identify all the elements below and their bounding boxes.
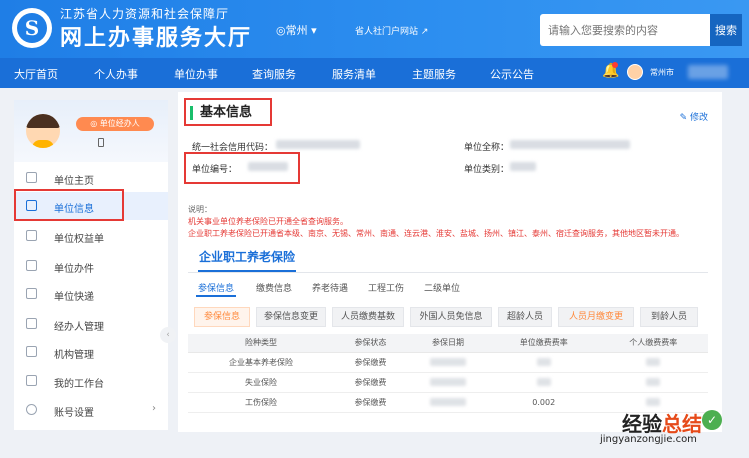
unit-name-label: 单位全称： — [464, 143, 510, 153]
notification-dot — [612, 62, 618, 68]
sidebar-item-orgs[interactable]: 机构管理 — [14, 338, 168, 366]
unit-name-value-redacted — [510, 140, 630, 149]
main-content: 基本信息 ✎ 修改 统一社会信用代码： 单位全称： 单位编号： 单位类别： 说明… — [178, 92, 722, 432]
user-avatar[interactable] — [627, 64, 643, 80]
badge-icon — [26, 230, 37, 241]
col-status: 参保状态 — [333, 334, 407, 353]
building-icon — [26, 346, 37, 357]
sidebar-item-operators[interactable]: 经办人管理 — [14, 310, 168, 338]
nav-personal[interactable]: 个人办事 — [94, 66, 138, 82]
sidebar-item-workbench[interactable]: 我的工作台 — [14, 367, 168, 395]
sidebar: ◎ 单位经办人 单位主页 单位信息 单位权益单 单位办件 单位快递 经办人管理 — [14, 100, 168, 430]
top-header: S 江苏省人力资源和社会保障厅 网上办事服务大厅 ◎常州 ▾ 省人社门户网站 ↗… — [0, 0, 749, 58]
highlight-basic-info — [184, 98, 272, 126]
subtab-injury[interactable]: 工程工伤 — [368, 281, 404, 294]
notes-line-2: 企业职工养老保险已开通省本级、南京、无锡、常州、南通、连云港、淮安、盐城、扬州、… — [188, 229, 684, 238]
chevron-right-icon: › — [152, 403, 156, 414]
highlight-unit-info-menu — [14, 189, 124, 221]
home-icon — [26, 172, 37, 183]
user-name-redacted — [688, 65, 728, 79]
nav-unit[interactable]: 单位办事 — [174, 66, 218, 82]
watermark-text: 经验总结 — [622, 412, 702, 436]
col-personal-rate: 个人缴费费率 — [598, 334, 708, 353]
col-unit-rate: 单位缴费费率 — [489, 334, 599, 353]
check-icon: ✓ — [702, 410, 722, 430]
table-header-row: 险种类型 参保状态 参保日期 单位缴费费率 个人缴费费率 — [188, 334, 708, 353]
portal-link[interactable]: 省人社门户网站 ↗ — [355, 24, 428, 37]
unit-type-value-redacted — [510, 162, 536, 171]
role-badge: ◎ 单位经办人 — [76, 117, 154, 131]
pill-enroll-change[interactable]: 参保信息变更 — [256, 307, 326, 327]
sidebar-item-rights[interactable]: 单位权益单 — [14, 222, 168, 250]
parcel-icon — [26, 288, 37, 299]
nav-home[interactable]: 大厅首页 — [14, 66, 58, 82]
col-type: 险种类型 — [188, 334, 334, 353]
user-icon — [26, 318, 37, 329]
col-date: 参保日期 — [406, 334, 490, 353]
sidebar-collapse-button[interactable]: ‹ — [160, 327, 176, 343]
main-nav: 大厅首页 个人办事 单位办事 查询服务 服务清单 主题服务 公示公告 🔔 常州市 — [0, 58, 749, 88]
sidebar-item-account[interactable]: 账号设置 › — [14, 396, 168, 424]
pill-over-age[interactable]: 超龄人员 — [498, 307, 552, 327]
nav-service-list[interactable]: 服务清单 — [332, 66, 376, 82]
nav-notice[interactable]: 公示公告 — [490, 66, 534, 82]
avatar — [26, 114, 60, 148]
table-row: 失业保险 参保缴费 — [188, 372, 708, 393]
file-icon — [26, 260, 37, 271]
pill-monthly-change[interactable]: 人员月缴变更 — [558, 307, 634, 327]
watermark-url: jingyanzongjie.com — [600, 434, 697, 445]
pill-reached-age[interactable]: 到龄人员 — [640, 307, 698, 327]
nav-query[interactable]: 查询服务 — [252, 66, 296, 82]
pill-payment-base[interactable]: 人员缴费基数 — [332, 307, 404, 327]
search-button[interactable]: 搜索 — [710, 14, 742, 46]
pill-foreigner-exempt[interactable]: 外国人员免信息 — [410, 307, 492, 327]
gear-icon — [26, 404, 37, 415]
table-row: 企业基本养老保险 参保缴费 — [188, 352, 708, 373]
subtab-enroll-info[interactable]: 参保信息 — [198, 281, 234, 294]
tab-pension-insurance[interactable]: 企业职工养老保险 — [198, 244, 296, 270]
sidebar-item-home[interactable]: 单位主页 — [14, 164, 168, 192]
unit-rate-value: 0.002 — [489, 392, 599, 413]
subtab-payment-info[interactable]: 缴费信息 — [256, 281, 292, 294]
city-selector[interactable]: ◎常州 ▾ — [276, 22, 317, 38]
highlight-unit-number — [184, 152, 300, 184]
page: S 江苏省人力资源和社会保障厅 网上办事服务大厅 ◎常州 ▾ 省人社门户网站 ↗… — [0, 0, 749, 458]
user-city[interactable]: 常州市 — [650, 67, 674, 78]
insurance-table: 险种类型 参保状态 参保日期 单位缴费费率 个人缴费费率 企业基本养老保险 参保… — [188, 334, 708, 413]
sidebar-item-express[interactable]: 单位快递 — [14, 280, 168, 308]
search-input[interactable] — [540, 14, 712, 46]
subtab-pension-benefits[interactable]: 养老待遇 — [312, 281, 348, 294]
site-logo[interactable]: S — [12, 8, 52, 48]
notes-title: 说明： — [188, 205, 212, 214]
subtab-sub-units[interactable]: 二级单位 — [424, 281, 460, 294]
edit-link[interactable]: ✎ 修改 — [680, 110, 708, 123]
credit-code-value-redacted — [276, 140, 360, 149]
notes-line-1: 机关事业单位养老保险已开通全省查询服务。 — [188, 217, 348, 226]
phone-icon — [98, 138, 104, 147]
logo-icon: S — [17, 13, 47, 43]
unit-type-label: 单位类别： — [464, 165, 510, 175]
sidebar-item-cases[interactable]: 单位办件 — [14, 252, 168, 280]
profile-card: ◎ 单位经办人 — [14, 100, 168, 162]
site-title: 网上办事服务大厅 — [60, 26, 253, 51]
pill-enroll-info[interactable]: 参保信息 — [194, 307, 250, 327]
nav-theme[interactable]: 主题服务 — [412, 66, 456, 82]
desk-icon — [26, 375, 37, 386]
